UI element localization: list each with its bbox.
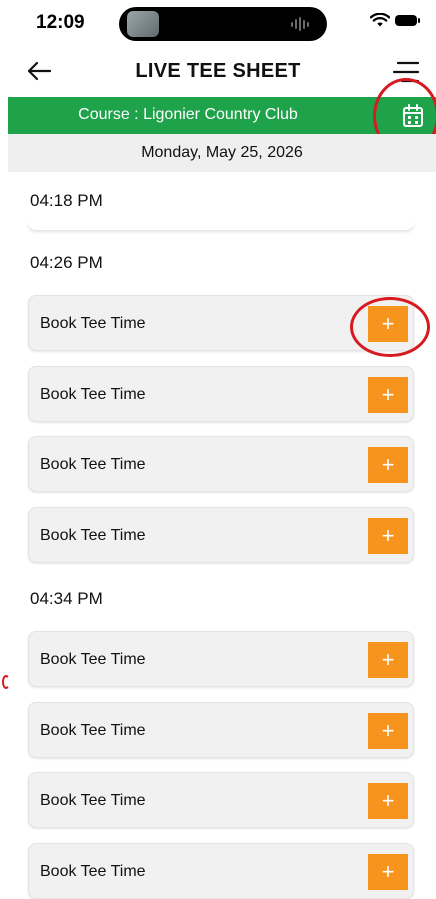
plus-icon: + <box>381 382 395 407</box>
add-booking-button[interactable]: + <box>368 854 408 890</box>
dynamic-island <box>119 7 327 41</box>
add-booking-button[interactable]: + <box>368 447 408 483</box>
tee-slot[interactable]: Book Tee Time + <box>28 366 414 422</box>
book-tee-time-label: Book Tee Time <box>40 386 146 403</box>
plus-icon: + <box>381 311 395 336</box>
add-booking-button[interactable]: + <box>368 642 408 678</box>
app-header: LIVE TEE SHEET <box>0 48 436 96</box>
course-name: Course : Ligonier Country Club <box>78 106 298 123</box>
tee-slot[interactable]: Book Tee Time + <box>28 702 414 758</box>
plus-icon: + <box>381 718 395 743</box>
add-booking-button[interactable]: + <box>368 713 408 749</box>
add-booking-button[interactable]: + <box>368 377 408 413</box>
selected-date: Monday, May 25, 2026 <box>141 144 303 161</box>
book-tee-time-label: Book Tee Time <box>40 863 146 880</box>
tee-slot[interactable]: Book Tee Time + <box>28 631 414 687</box>
tee-time-header: 04:26 PM <box>30 253 103 272</box>
tee-slot[interactable]: Book Tee Time + <box>28 507 414 563</box>
tee-time-header: 04:18 PM <box>30 191 103 210</box>
battery-icon <box>395 15 420 26</box>
menu-icon[interactable] <box>392 60 420 84</box>
book-tee-time-label: Book Tee Time <box>40 651 146 668</box>
book-tee-time-label: Book Tee Time <box>40 527 146 544</box>
tee-slot[interactable]: Book Tee Time + <box>28 843 414 899</box>
book-tee-time-label: Book Tee Time <box>40 456 146 473</box>
status-time: 12:09 <box>36 12 85 33</box>
book-tee-time-label: Book Tee Time <box>40 315 146 332</box>
tee-time-header: 04:34 PM <box>30 589 103 608</box>
date-bar: Monday, May 25, 2026 <box>8 134 436 172</box>
course-bar: Course : Ligonier Country Club <box>8 97 436 134</box>
tee-slot[interactable]: Book Tee Time + <box>28 436 414 492</box>
empty-slot-card <box>28 222 414 230</box>
plus-icon: + <box>381 647 395 672</box>
add-booking-button[interactable]: + <box>368 783 408 819</box>
wifi-icon <box>370 13 390 27</box>
add-booking-button[interactable]: + <box>368 518 408 554</box>
status-bar: 12:09 <box>0 0 436 44</box>
page-title: LIVE TEE SHEET <box>135 60 301 82</box>
tee-slot[interactable]: Book Tee Time + <box>28 295 414 351</box>
plus-icon: + <box>381 523 395 548</box>
plus-icon: + <box>381 859 395 884</box>
plus-icon: + <box>381 452 395 477</box>
tee-slot[interactable]: Book Tee Time + <box>28 772 414 828</box>
book-tee-time-label: Book Tee Time <box>40 792 146 809</box>
now-playing-thumbnail <box>127 11 159 37</box>
plus-icon: + <box>381 788 395 813</box>
annotation-mark <box>2 675 10 689</box>
audio-wave-icon <box>291 16 309 32</box>
book-tee-time-label: Book Tee Time <box>40 722 146 739</box>
add-booking-button[interactable]: + <box>368 306 408 342</box>
calendar-icon[interactable] <box>401 103 425 129</box>
